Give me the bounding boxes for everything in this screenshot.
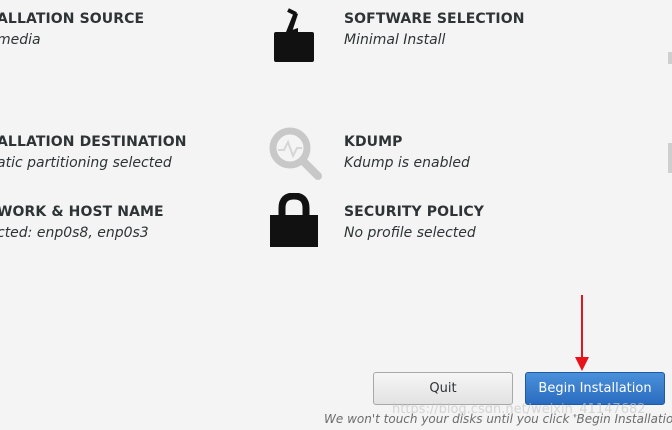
scroll-edge-marker — [668, 143, 672, 173]
security-policy-title[interactable]: SECURITY POLICY — [344, 204, 484, 220]
package-icon[interactable] — [270, 8, 318, 64]
network-host-title[interactable]: WORK & HOST NAME — [0, 204, 164, 220]
installation-source-status: media — [0, 32, 41, 48]
scroll-edge-marker — [668, 52, 672, 64]
software-selection-title[interactable]: SOFTWARE SELECTION — [344, 11, 525, 27]
installation-destination-title[interactable]: ALLATION DESTINATION — [0, 134, 187, 150]
network-host-status: cted: enp0s8, enp0s3 — [0, 225, 149, 241]
security-policy-status: No profile selected — [344, 225, 476, 241]
kdump-title[interactable]: KDUMP — [344, 134, 403, 150]
lock-icon[interactable] — [268, 192, 320, 249]
quit-button[interactable]: Quit — [373, 372, 513, 405]
red-arrow-annotation — [574, 295, 590, 373]
installation-source-title[interactable]: ALLATION SOURCE — [0, 11, 144, 27]
kdump-search-icon[interactable] — [266, 124, 324, 182]
software-selection-status: Minimal Install — [344, 32, 446, 48]
installation-summary-screen: ALLATION SOURCE media ALLATION DESTINATI… — [0, 0, 672, 430]
kdump-status: Kdump is enabled — [344, 155, 470, 171]
begin-installation-button[interactable]: Begin Installation — [525, 372, 665, 405]
disk-warning-text: We won't touch your disks until you clic… — [324, 412, 672, 426]
installation-destination-status: atic partitioning selected — [0, 155, 172, 171]
